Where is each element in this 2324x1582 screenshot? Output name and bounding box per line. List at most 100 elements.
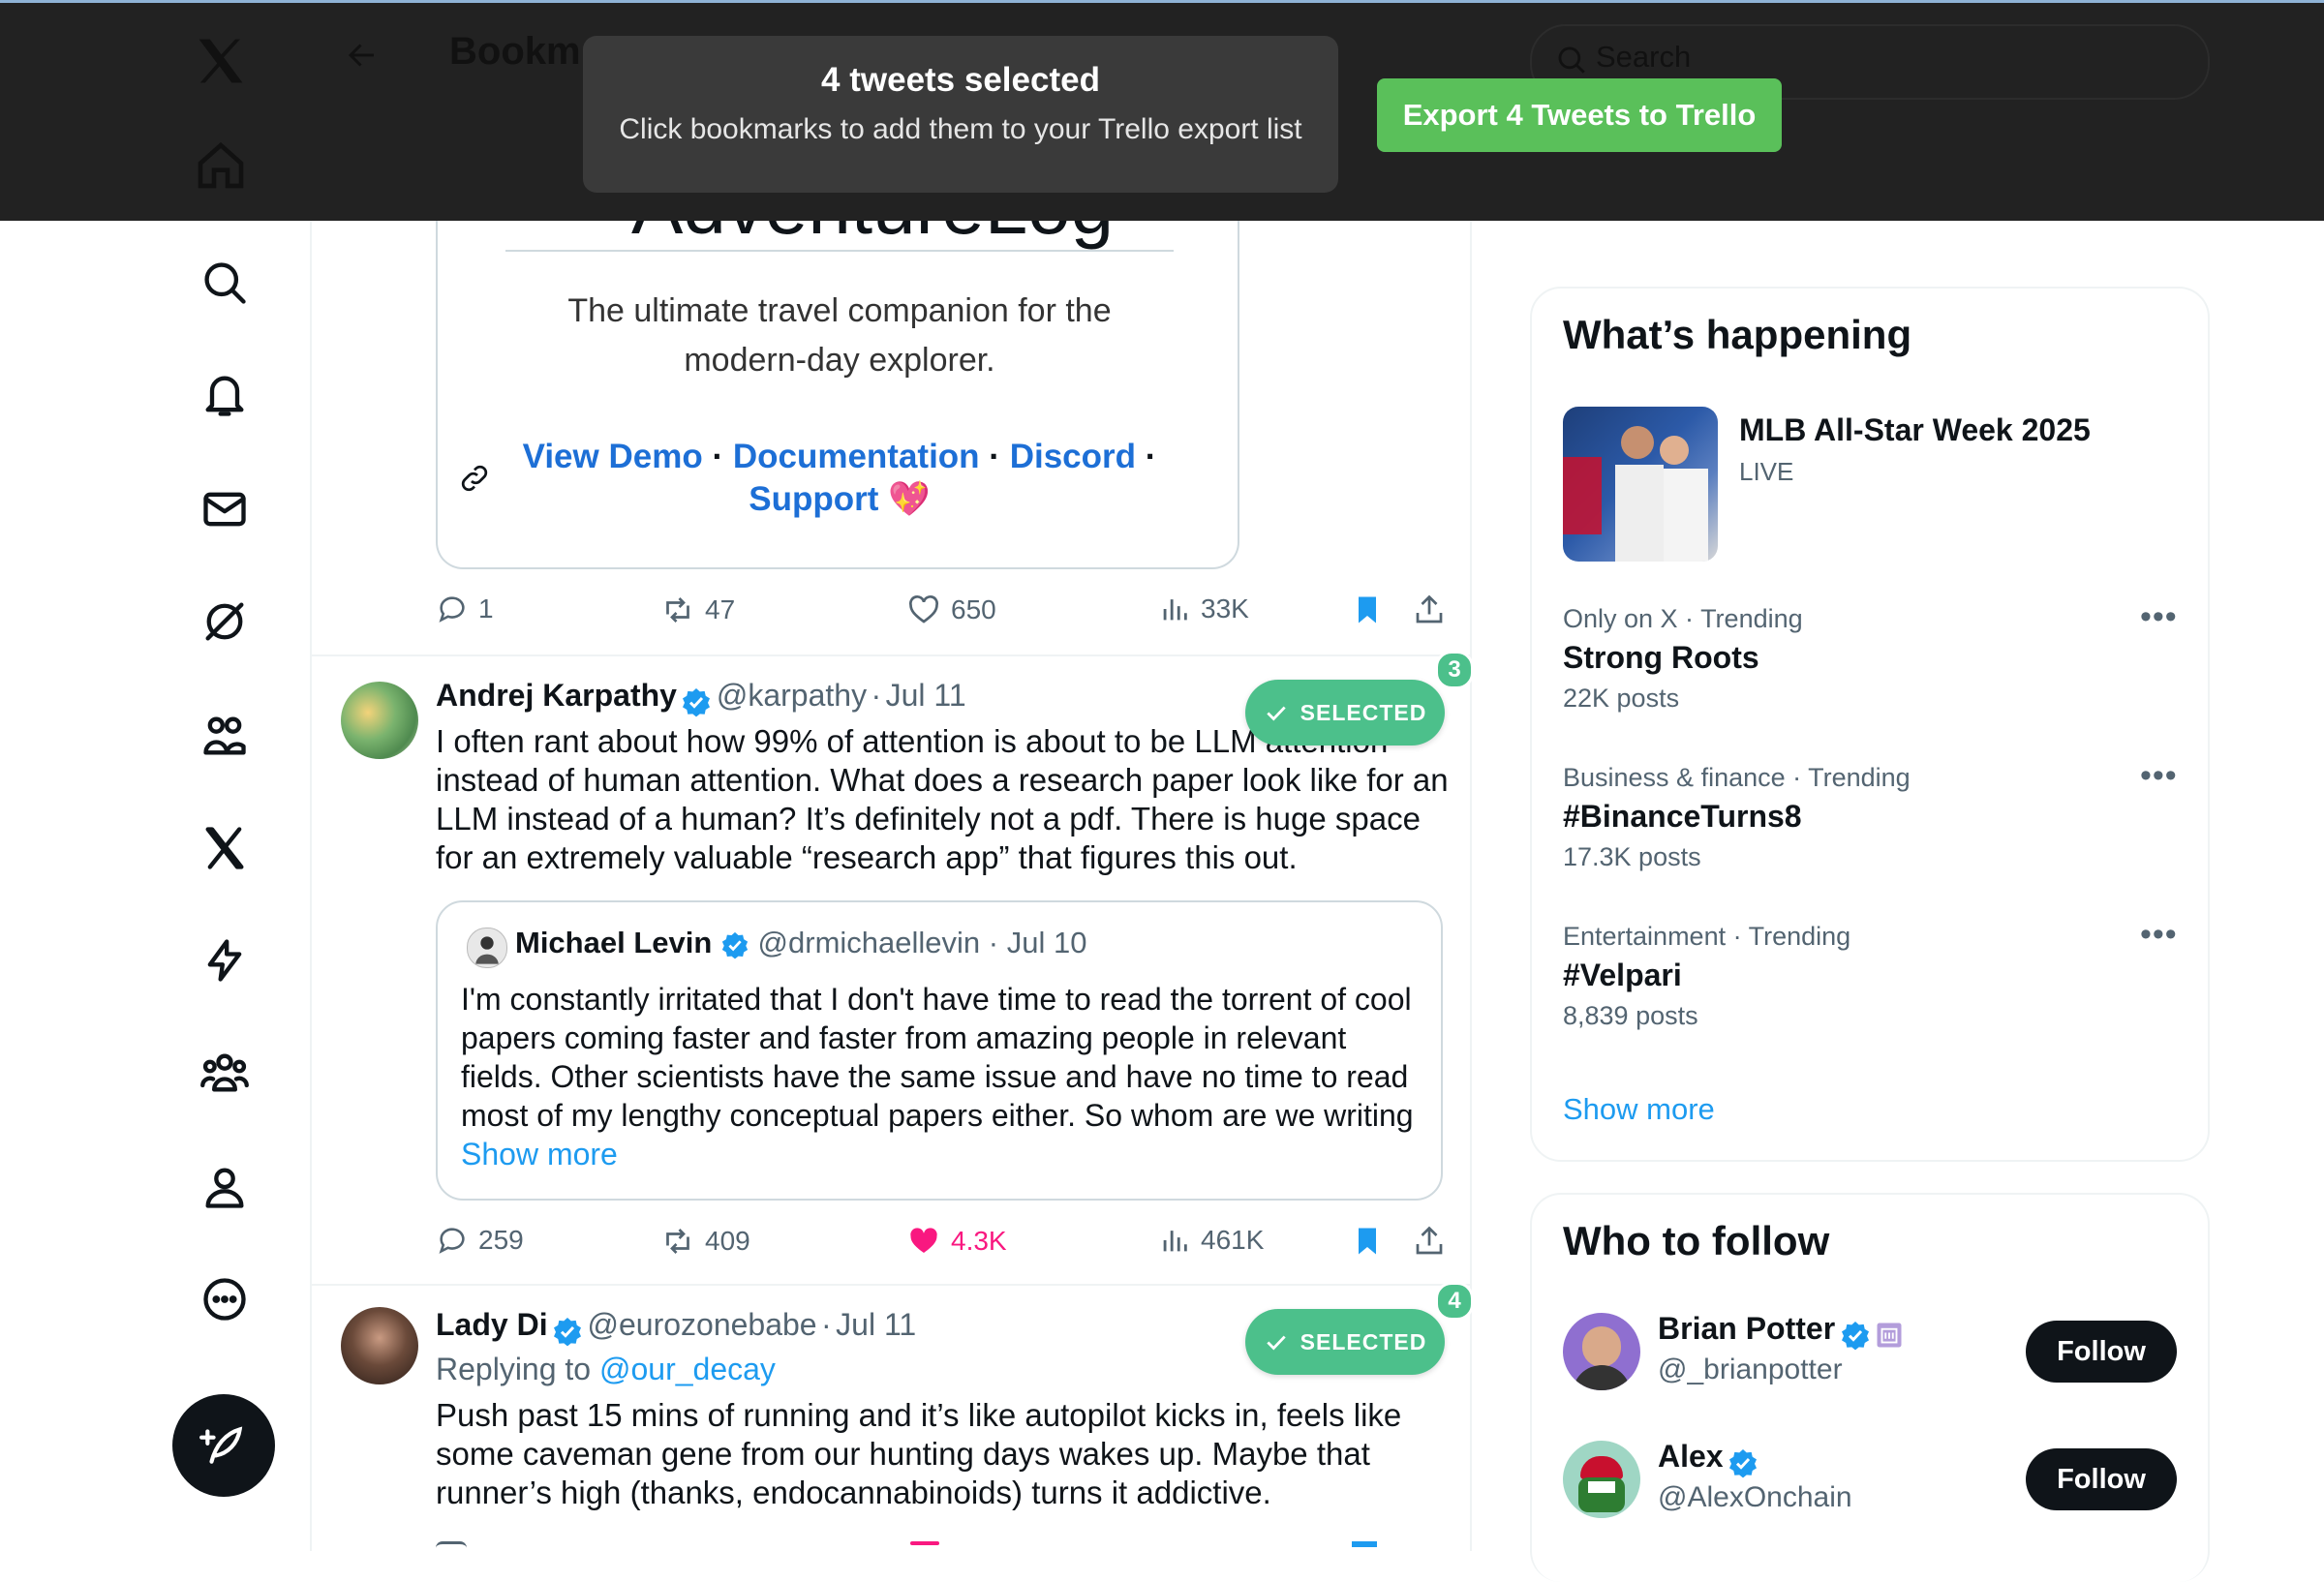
explore-search-icon[interactable]	[194, 252, 256, 314]
verified-badge-icon	[721, 931, 749, 959]
tweet-karpathy[interactable]: Andrej Karpathy @karpathy · Jul 11 I oft…	[310, 651, 1474, 1286]
reply-button[interactable]: 1	[436, 593, 494, 625]
back-arrow-icon[interactable]	[345, 38, 380, 73]
link-chain-icon	[457, 461, 492, 496]
x-logo-icon[interactable]	[192, 32, 250, 90]
separator-dot: ·	[988, 926, 999, 959]
profile-person-icon[interactable]	[194, 1156, 256, 1218]
tweet-date[interactable]: Jul 11	[886, 678, 966, 713]
views-button[interactable]: 461K	[1158, 1224, 1264, 1257]
selection-order-number: 4	[1435, 1282, 1474, 1321]
trending-event-item[interactable]: MLB All-Star Week 2025 LIVE	[1563, 407, 2163, 562]
heart-emoji: 💖	[888, 480, 931, 518]
home-icon[interactable]	[194, 138, 248, 193]
selection-toast: 4 tweets selected Click bookmarks to add…	[583, 36, 1338, 193]
lists-people-icon[interactable]	[194, 1042, 256, 1104]
views-chart-icon	[1163, 1231, 1187, 1252]
separator-dot: ·	[989, 438, 1000, 475]
replying-prefix: Replying to	[436, 1352, 592, 1386]
follow-button[interactable]: Follow	[2026, 1321, 2177, 1383]
trend-more-options-icon[interactable]: •••	[2140, 916, 2178, 954]
support-link[interactable]: Support	[749, 480, 878, 518]
selected-badge[interactable]: SELECTED	[1245, 1309, 1445, 1375]
quote-show-more-link[interactable]: Show more	[461, 1137, 618, 1172]
communities-icon[interactable]	[194, 705, 256, 767]
avatar[interactable]	[341, 1307, 418, 1384]
author-name[interactable]: Andrej Karpathy	[436, 678, 677, 713]
author-name[interactable]: Lady Di	[436, 1307, 548, 1342]
quote-text: I'm constantly irritated that I don't ha…	[461, 982, 1414, 1133]
view-demo-link[interactable]: View Demo	[523, 438, 703, 475]
suggestion-name: Brian Potter	[1658, 1311, 1836, 1346]
notifications-bell-icon[interactable]	[194, 364, 256, 426]
like-button[interactable]: 4.3K	[906, 1224, 1007, 1259]
discord-link[interactable]: Discord	[1010, 438, 1136, 475]
grok-icon[interactable]	[194, 591, 256, 653]
avatar	[1563, 1313, 1640, 1390]
views-count: 33K	[1201, 593, 1249, 624]
trend-more-options-icon[interactable]: •••	[2140, 757, 2178, 795]
tweet-header: Andrej Karpathy @karpathy · Jul 11	[436, 678, 966, 717]
bookmark-button[interactable]	[1350, 1224, 1385, 1259]
trend-item[interactable]: Entertainment · Trending #Velpari 8,839 …	[1563, 922, 2183, 1030]
retweet-button[interactable]: 47	[660, 593, 735, 627]
share-button[interactable]	[1412, 1224, 1447, 1259]
compose-feather-icon	[199, 1426, 243, 1464]
selected-label: SELECTED	[1300, 1328, 1427, 1354]
compose-post-button[interactable]	[172, 1394, 275, 1497]
replying-to-handle-link[interactable]: @our_decay	[599, 1352, 776, 1386]
card-divider	[505, 250, 1174, 252]
heart-filled-icon	[910, 1228, 937, 1253]
avatar	[1563, 1441, 1640, 1518]
card-description: The ultimate travel companion for the mo…	[567, 292, 1112, 379]
show-more-trends-link[interactable]: Show more	[1563, 1092, 1715, 1127]
views-button[interactable]: 33K	[1158, 593, 1249, 625]
messages-envelope-icon[interactable]	[194, 478, 256, 540]
bookmark-button[interactable]	[1350, 593, 1385, 627]
verified-orgs-lightning-icon[interactable]	[194, 929, 256, 991]
trend-post-count: 8,839 posts	[1563, 1001, 1698, 1030]
retweet-button[interactable]: 409	[660, 1224, 750, 1259]
affiliate-org-badge-icon	[1877, 1323, 1902, 1348]
retweet-count: 47	[705, 594, 736, 624]
trend-item[interactable]: Business & finance · Trending #BinanceTu…	[1563, 763, 2183, 871]
tweet-lady-di[interactable]: Lady Di @eurozonebabe · Jul 11 Replying …	[310, 1282, 1474, 1551]
event-name: MLB All-Star Week 2025	[1739, 412, 2091, 447]
bookmark-filled-icon[interactable]	[1352, 1541, 1377, 1547]
quoted-tweet[interactable]: Michael Levin @drmichaellevin · Jul 10 I…	[436, 900, 1443, 1201]
export-to-trello-button[interactable]: Export 4 Tweets to Trello	[1377, 78, 1782, 152]
author-handle[interactable]: @karpathy	[717, 678, 867, 713]
like-button[interactable]: 650	[906, 593, 996, 627]
trend-item[interactable]: Only on X · Trending Strong Roots 22K po…	[1563, 604, 2183, 713]
selected-badge[interactable]: SELECTED	[1245, 680, 1445, 745]
selection-order-number: 3	[1435, 651, 1474, 689]
quote-author-handle: @drmichaellevin	[757, 926, 981, 959]
tweet-date[interactable]: Jul 11	[836, 1307, 916, 1342]
more-options-icon[interactable]	[194, 1268, 256, 1330]
reply-icon[interactable]	[436, 1541, 467, 1548]
author-handle[interactable]: @eurozonebabe	[587, 1307, 816, 1342]
share-button[interactable]	[1412, 593, 1447, 627]
reply-button[interactable]: 259	[436, 1224, 524, 1257]
card-links: View Demo · Documentation · Discord · Su…	[496, 436, 1183, 521]
views-count: 461K	[1201, 1225, 1265, 1255]
trend-more-options-icon[interactable]: •••	[2140, 598, 2178, 636]
tweet-action-bar: 1 47 650 33K	[436, 593, 1443, 635]
heart-filled-icon[interactable]	[910, 1541, 939, 1545]
page-title-under-overlay: Bookm	[449, 30, 581, 73]
quote-header: Michael Levin @drmichaellevin · Jul 10	[515, 926, 1086, 960]
documentation-link[interactable]: Documentation	[733, 438, 980, 475]
tweet-header: Lady Di @eurozonebabe · Jul 11	[436, 1307, 916, 1347]
premium-x-icon[interactable]	[194, 817, 256, 879]
bookmark-filled-icon	[1359, 596, 1376, 624]
avatar[interactable]	[341, 682, 418, 759]
verified-badge-icon	[554, 1317, 582, 1347]
whats-happening-panel: What’s happening MLB All-Star Week 2025 …	[1530, 287, 2210, 1162]
follow-button[interactable]: Follow	[2026, 1448, 2177, 1510]
checkmark-icon	[1266, 1335, 1286, 1351]
trend-category: Only on X · Trending	[1563, 604, 1803, 633]
verified-badge-icon	[1729, 1448, 1758, 1478]
like-count: 650	[951, 594, 996, 624]
whats-happening-title: What’s happening	[1563, 312, 1912, 357]
trend-post-count: 17.3K posts	[1563, 842, 1701, 871]
